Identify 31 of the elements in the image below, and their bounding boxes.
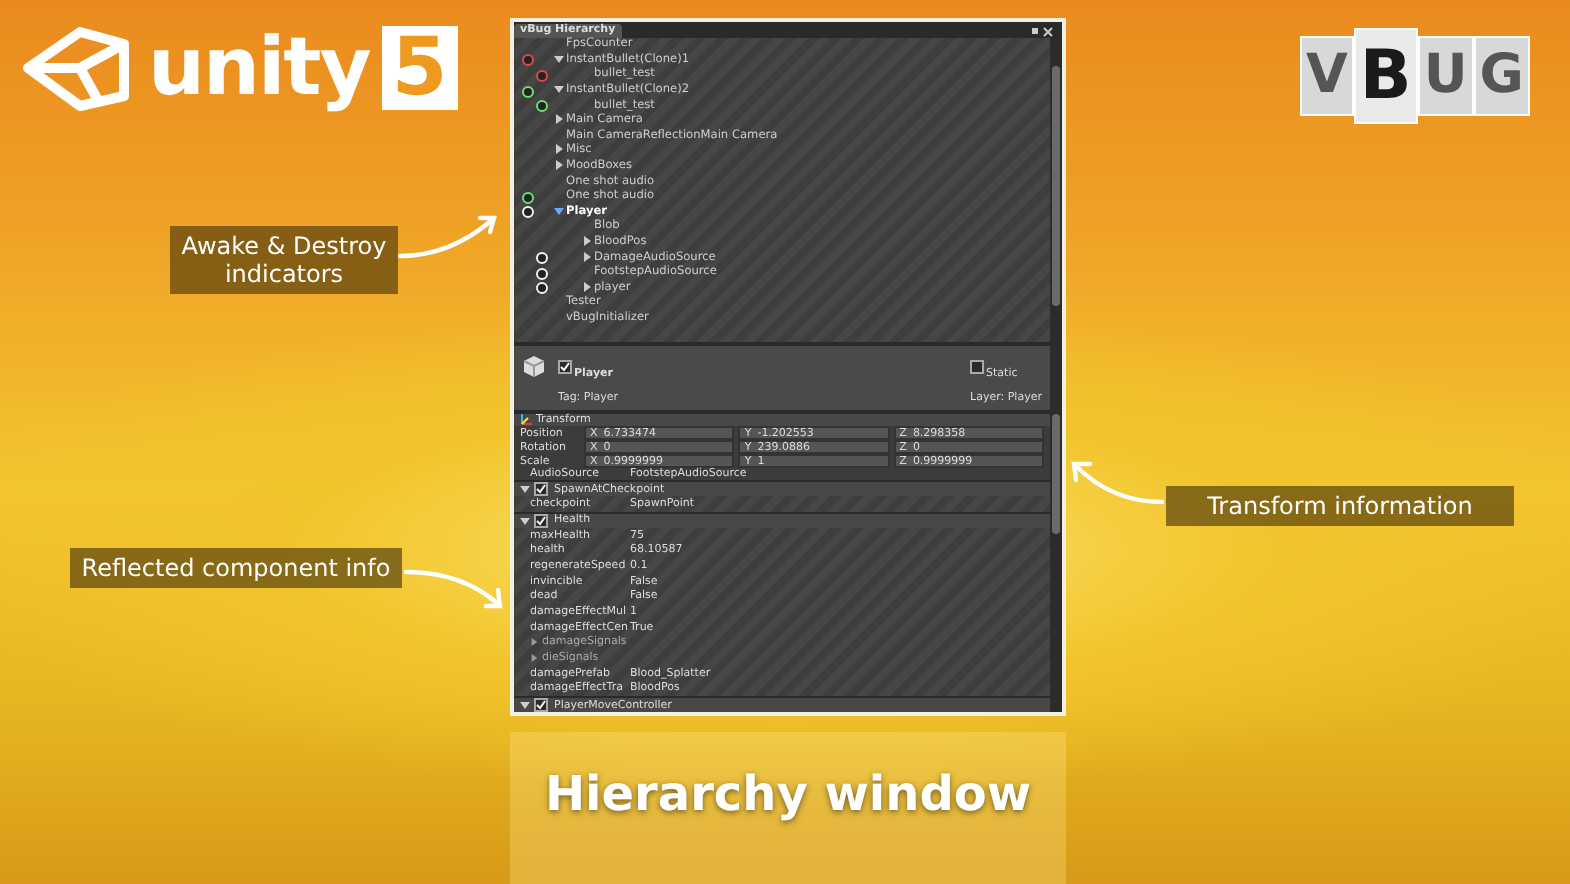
axes-icon <box>520 414 532 426</box>
expanded-arrow-icon[interactable] <box>520 515 530 526</box>
expanded-arrow-icon[interactable] <box>520 484 530 494</box>
collapsed-arrow-icon[interactable] <box>582 281 594 296</box>
arrow-icon <box>400 212 496 260</box>
cube-icon <box>522 353 546 377</box>
expanded-arrow-icon[interactable] <box>554 53 566 68</box>
expanded-arrow-icon[interactable] <box>554 205 566 220</box>
callout-label: Awake & Destroy indicators <box>170 226 398 294</box>
checkbox[interactable] <box>534 513 548 528</box>
collapsed-arrow-icon[interactable] <box>554 114 566 129</box>
checkbox[interactable] <box>534 698 548 712</box>
collapsed-arrow-icon[interactable] <box>554 160 566 175</box>
scrollbar[interactable] <box>1050 346 1062 712</box>
expanded-arrow-icon[interactable] <box>520 700 530 711</box>
checkbox[interactable] <box>558 360 572 375</box>
callout-label: Reflected component info <box>70 548 402 588</box>
logo-letter: V <box>1300 36 1354 116</box>
arrow-icon <box>406 564 502 612</box>
window-controls-icon[interactable] <box>1030 26 1054 38</box>
logo-letter: U <box>1417 36 1474 116</box>
checkbox[interactable] <box>534 482 548 496</box>
logo-letter: G <box>1473 36 1530 116</box>
callout-label: Transform information <box>1166 486 1514 526</box>
logo-text: unity <box>148 24 370 112</box>
caption-title: Hierarchy window <box>544 766 1032 826</box>
checkbox[interactable] <box>970 360 985 375</box>
arrow-icon <box>1072 458 1168 506</box>
collapsed-arrow-icon[interactable] <box>582 251 594 266</box>
logo-letter: B <box>1353 28 1418 124</box>
version-badge: 5 <box>381 26 458 110</box>
